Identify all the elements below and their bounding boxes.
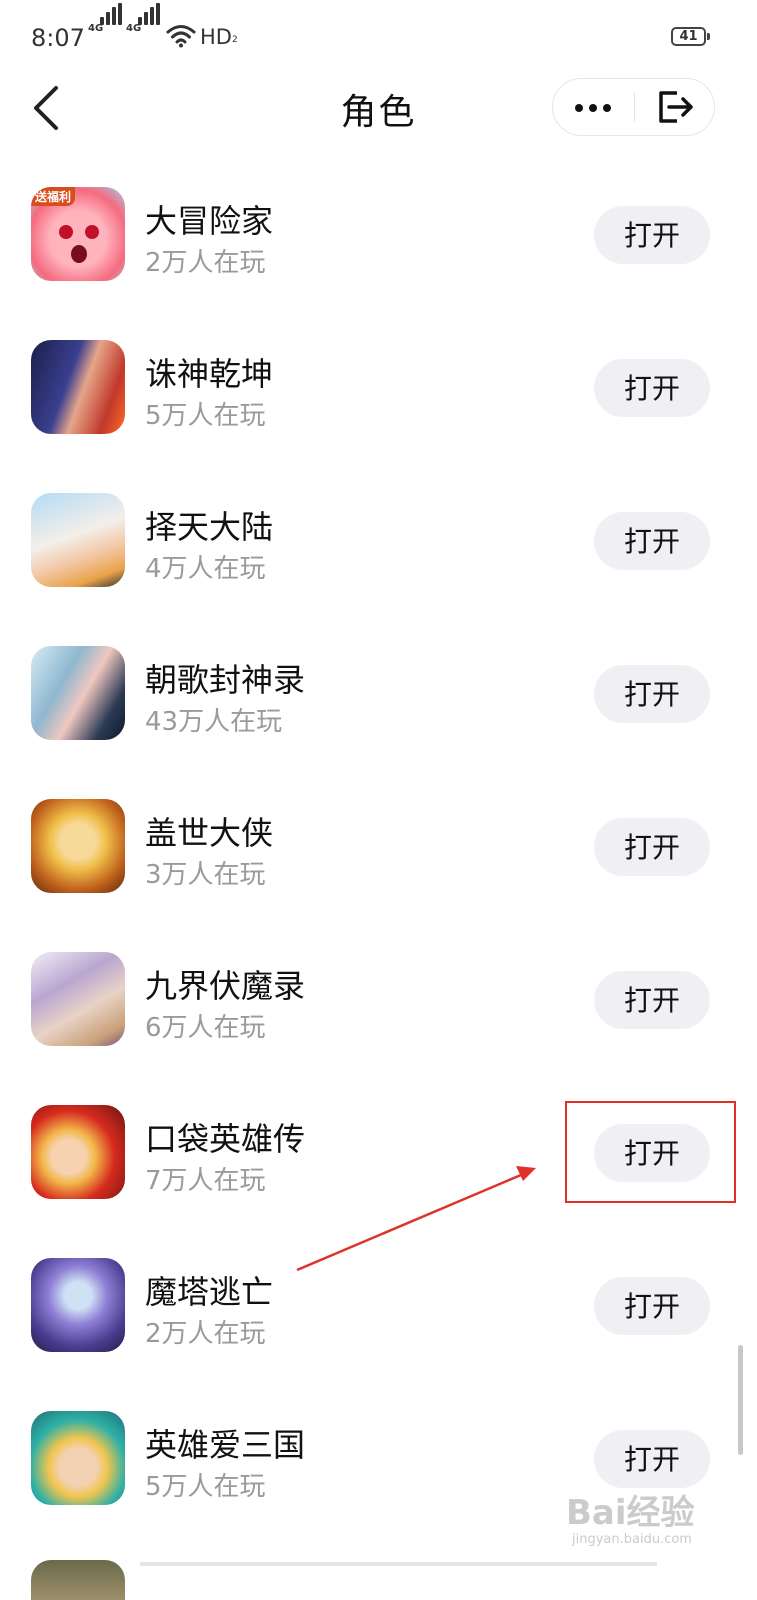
player-count: 5万人在玩 [145, 401, 266, 431]
open-button[interactable]: 打开 [594, 665, 710, 723]
game-icon[interactable] [31, 799, 125, 893]
player-count: 2万人在玩 [145, 248, 266, 278]
promo-badge: 送福利 [31, 187, 76, 206]
annotation-highlight-box [565, 1101, 736, 1203]
battery-icon: 41 [671, 27, 710, 46]
open-button[interactable]: 打开 [594, 818, 710, 876]
game-name: 诛神乾坤 [145, 355, 274, 393]
game-icon-art [31, 493, 125, 587]
open-button[interactable]: 打开 [594, 971, 710, 1029]
game-name: 九界伏魔录 [145, 967, 306, 1005]
list-item[interactable]: 送福利 大冒险家 2万人在玩 打开 [0, 160, 757, 313]
game-icon[interactable] [31, 493, 125, 587]
game-icon[interactable] [31, 952, 125, 1046]
player-count: 6万人在玩 [145, 1013, 266, 1043]
open-button[interactable]: 打开 [594, 512, 710, 570]
open-button[interactable]: 打开 [594, 1430, 710, 1488]
game-icon-partial [31, 1560, 125, 1600]
game-icon-art [31, 1105, 125, 1199]
player-count: 4万人在玩 [145, 554, 266, 584]
status-time: 8:07 [31, 24, 85, 52]
game-icon-art [31, 1258, 125, 1352]
mini-program-capsule [552, 78, 715, 136]
game-icon[interactable] [31, 646, 125, 740]
player-count: 2万人在玩 [145, 1319, 266, 1349]
game-icon-art [31, 646, 125, 740]
list-item[interactable]: 朝歌封神录 43万人在玩 打开 [0, 619, 757, 772]
open-button[interactable]: 打开 [594, 1277, 710, 1335]
list-item[interactable]: 择天大陆 4万人在玩 打开 [0, 466, 757, 619]
player-count: 43万人在玩 [145, 707, 283, 737]
game-icon[interactable] [31, 1105, 125, 1199]
game-icon-art [31, 340, 125, 434]
watermark: Bai经验 [566, 1493, 695, 1533]
player-count: 7万人在玩 [145, 1166, 266, 1196]
game-name: 口袋英雄传 [145, 1120, 306, 1158]
game-icon[interactable] [31, 1411, 125, 1505]
game-icon-art [31, 1411, 125, 1505]
game-name: 大冒险家 [145, 202, 274, 240]
list-item[interactable]: 盖世大侠 3万人在玩 打开 [0, 772, 757, 925]
player-count: 5万人在玩 [145, 1472, 266, 1502]
game-name: 魔塔逃亡 [145, 1273, 274, 1311]
game-icon[interactable] [31, 340, 125, 434]
game-icon-art [31, 799, 125, 893]
game-icon[interactable]: 送福利 [31, 187, 125, 281]
game-name: 盖世大侠 [145, 814, 274, 852]
game-name: 朝歌封神录 [145, 661, 306, 699]
exit-icon [659, 91, 693, 123]
list-divider-partial [140, 1562, 657, 1566]
more-button[interactable] [553, 79, 633, 135]
open-button[interactable]: 打开 [594, 206, 710, 264]
hd-indicator: HD2 [200, 25, 238, 49]
list-item[interactable]: 魔塔逃亡 2万人在玩 打开 [0, 1231, 757, 1384]
status-bar: 8:07 4G 4G HD2 41 [0, 0, 757, 78]
open-button[interactable]: 打开 [594, 359, 710, 417]
game-name: 英雄爱三国 [145, 1426, 306, 1464]
wifi-icon [166, 25, 196, 48]
cellular-signal-icon: 4G [88, 3, 124, 49]
nav-bar: 角色 [0, 78, 757, 148]
cellular-signal-icon-2: 4G [126, 3, 162, 49]
capsule-divider [634, 92, 635, 122]
player-count: 3万人在玩 [145, 860, 266, 890]
exit-button[interactable] [637, 79, 713, 135]
watermark-url: jingyan.baidu.com [572, 1532, 692, 1547]
game-icon[interactable] [31, 1258, 125, 1352]
list-item[interactable]: 九界伏魔录 6万人在玩 打开 [0, 925, 757, 1078]
game-name: 择天大陆 [145, 508, 274, 546]
scrollbar[interactable] [738, 1345, 743, 1455]
list-item[interactable]: 诛神乾坤 5万人在玩 打开 [0, 313, 757, 466]
game-icon-art [31, 952, 125, 1046]
